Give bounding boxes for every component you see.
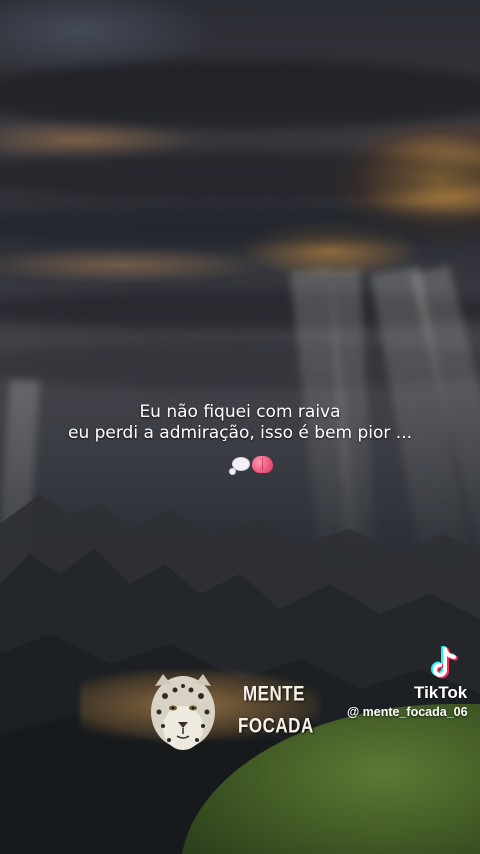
cloud-band [0, 150, 480, 200]
cloud-band [0, 60, 480, 130]
thought-balloon-icon [228, 456, 250, 475]
caption-line: eu perdi a admiração, isso é bem pior ..… [67, 423, 413, 443]
tiktok-icon [431, 646, 458, 679]
brand-name-line: MENTE [243, 681, 305, 706]
brand-name-line: FOCADA [238, 713, 314, 738]
caption-emojis [228, 456, 273, 475]
cloud-band [0, 205, 480, 245]
tiktok-wordmark: TikTok [414, 683, 468, 702]
creator-handle: @ mente_focada_06 [347, 705, 468, 719]
caption-line: Eu não fiquei com raiva [139, 402, 341, 422]
video-frame[interactable]: Eu não fiquei com raiva eu perdi a admir… [0, 0, 480, 854]
brain-icon [252, 456, 273, 473]
leopard-icon [151, 674, 215, 750]
